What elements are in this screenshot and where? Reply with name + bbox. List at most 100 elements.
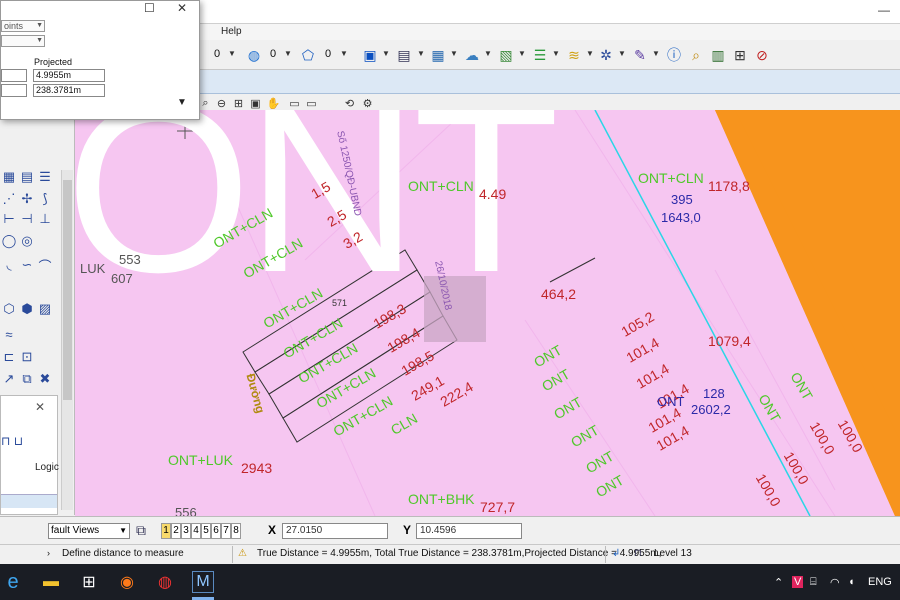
place-point-icon[interactable]: ⋰ bbox=[0, 190, 18, 208]
map-canvas[interactable]: ONT Số 1250/QĐ-UBND 26/10/2018 Đường ONT… bbox=[75, 110, 900, 516]
circle-icon[interactable]: ◯ bbox=[0, 232, 18, 250]
expand-icon[interactable]: ▼ bbox=[177, 97, 187, 108]
perpendicular-icon[interactable]: ⊥ bbox=[36, 210, 54, 228]
tray-app-icon[interactable]: V bbox=[792, 576, 804, 588]
chevron-down-icon[interactable]: ▼ bbox=[484, 49, 492, 58]
saved-views-select[interactable]: fault Views ▼ bbox=[48, 523, 130, 539]
pattern-icon[interactable]: ≈ bbox=[0, 325, 18, 343]
method-select[interactable]: oints ▼ bbox=[1, 20, 45, 32]
zoom-out-icon[interactable]: ⊖ bbox=[214, 96, 229, 111]
chevron-down-icon[interactable]: ▼ bbox=[552, 49, 560, 58]
tool-panel-scrollbar[interactable] bbox=[61, 170, 73, 510]
microstation-icon[interactable]: M bbox=[192, 571, 214, 593]
disable-icon[interactable]: ⊘ bbox=[752, 45, 772, 65]
info-icon[interactable]: ⓘ bbox=[664, 45, 684, 65]
modify-icon[interactable]: ↗ bbox=[0, 370, 18, 388]
view-attributes-icon[interactable]: ⚙ bbox=[360, 96, 375, 111]
polygon-icon[interactable]: ⬡ bbox=[0, 300, 18, 318]
document-icon[interactable]: ▤ bbox=[394, 45, 414, 65]
chevron-down-icon[interactable]: ▼ bbox=[618, 49, 626, 58]
layers-icon[interactable]: ☰ bbox=[530, 45, 550, 65]
snap-icon[interactable]: ✲ bbox=[596, 45, 616, 65]
place-line-icon[interactable]: ✢ bbox=[18, 190, 36, 208]
view-groups-icon[interactable]: ⧉ bbox=[136, 522, 146, 539]
previous-view-icon[interactable]: ▭ bbox=[287, 96, 302, 111]
language-indicator[interactable]: ENG bbox=[868, 576, 892, 588]
shape-icon[interactable]: ⬠ bbox=[298, 45, 318, 65]
minimize-icon[interactable]: — bbox=[878, 3, 892, 17]
view-button-8[interactable]: 8 bbox=[231, 523, 241, 539]
menu-help[interactable]: Help bbox=[221, 26, 242, 37]
find-icon[interactable]: ⌕ bbox=[686, 45, 706, 65]
tool-settings-icon[interactable]: ✎ bbox=[630, 45, 650, 65]
globe-icon[interactable]: ◍ bbox=[244, 45, 264, 65]
next-view-icon[interactable]: ▭ bbox=[304, 96, 319, 111]
cell-icon[interactable]: ⊡ bbox=[18, 348, 36, 366]
restore-icon[interactable]: ☐ bbox=[144, 1, 155, 15]
y-coordinate-field[interactable]: 10.4596 bbox=[416, 523, 522, 539]
warning-icon[interactable]: ⚠ bbox=[238, 548, 247, 559]
file-explorer-icon[interactable]: ▬ bbox=[40, 571, 62, 593]
chevron-down-icon[interactable]: ▼ bbox=[417, 49, 425, 58]
close-icon[interactable]: ✕ bbox=[177, 1, 187, 15]
lock-icon[interactable]: ⊓ bbox=[634, 548, 642, 559]
chevron-down-icon[interactable]: ▼ bbox=[518, 49, 526, 58]
chevron-down-icon[interactable]: ▼ bbox=[340, 49, 348, 58]
window-area-icon[interactable]: ▣ bbox=[248, 96, 263, 111]
view-button-2[interactable]: 2 bbox=[171, 523, 181, 539]
calculator-icon[interactable]: ▥ bbox=[708, 45, 728, 65]
chevron-right-icon[interactable]: › bbox=[47, 548, 50, 558]
chevron-down-icon[interactable]: ▼ bbox=[586, 49, 594, 58]
chevron-down-icon[interactable]: ▼ bbox=[228, 49, 236, 58]
chevron-down-icon[interactable]: ▼ bbox=[450, 49, 458, 58]
mode-select[interactable]: ▼ bbox=[1, 35, 45, 47]
store-icon[interactable]: ⊞ bbox=[78, 571, 100, 593]
details-view-icon[interactable]: ☰ bbox=[36, 168, 54, 186]
cloud-icon[interactable]: ☁ bbox=[462, 45, 482, 65]
stack-icon[interactable]: ≋ bbox=[564, 45, 584, 65]
attribute-field[interactable] bbox=[1, 494, 57, 508]
close-icon[interactable]: ✕ bbox=[35, 400, 45, 414]
firefox-icon[interactable]: ◉ bbox=[116, 571, 138, 593]
dimension-icon[interactable]: ⊏ bbox=[0, 348, 18, 366]
image-icon[interactable]: ▧ bbox=[496, 45, 516, 65]
view-button-4[interactable]: 4 bbox=[191, 523, 201, 539]
scrollbar-thumb[interactable] bbox=[63, 180, 72, 400]
view-box-icon[interactable]: ▣ bbox=[360, 45, 380, 65]
volume-icon[interactable]: ◖ bbox=[848, 576, 855, 588]
measure-icon[interactable]: ⊣ bbox=[18, 210, 36, 228]
chevron-up-icon[interactable]: ⌃ bbox=[774, 576, 783, 589]
chevron-down-icon[interactable]: ▼ bbox=[382, 49, 390, 58]
fence-icon[interactable]: ⬢ bbox=[18, 300, 36, 318]
chrome-icon[interactable]: ◍ bbox=[154, 571, 176, 593]
table-icon[interactable]: ▦ bbox=[428, 45, 448, 65]
chevron-down-icon[interactable]: ▼ bbox=[284, 49, 292, 58]
chevron-down-icon[interactable]: ▼ bbox=[652, 49, 660, 58]
view-button-6[interactable]: 6 bbox=[211, 523, 221, 539]
zoom-icon[interactable]: ⌕ bbox=[198, 96, 213, 111]
spline-icon[interactable]: ⌒ bbox=[36, 256, 54, 274]
view-button-1[interactable]: 1 bbox=[161, 523, 171, 539]
hatch-icon[interactable]: ▨ bbox=[36, 300, 54, 318]
attribute-tools-icon[interactable]: ⊓ ⊔ bbox=[1, 434, 23, 448]
network-icon[interactable]: ⌸ bbox=[810, 576, 817, 589]
curve-icon[interactable]: ∽ bbox=[18, 256, 36, 274]
construct-icon[interactable]: ⊢ bbox=[0, 210, 18, 228]
x-coordinate-field[interactable]: 27.0150 bbox=[282, 523, 388, 539]
pan-icon[interactable]: ✋ bbox=[266, 96, 281, 111]
edge-browser-icon[interactable]: e bbox=[2, 571, 24, 593]
wifi-icon[interactable]: ◠ bbox=[830, 576, 840, 589]
copy-icon[interactable]: ⧉ bbox=[18, 370, 36, 388]
delete-icon[interactable]: ✖ bbox=[36, 370, 54, 388]
view-button-5[interactable]: 5 bbox=[201, 523, 211, 539]
grid-view-icon[interactable]: ▦ bbox=[0, 168, 18, 186]
view-button-3[interactable]: 3 bbox=[181, 523, 191, 539]
place-smartline-icon[interactable]: ⟆ bbox=[36, 190, 54, 208]
arc-icon[interactable]: ◟ bbox=[0, 256, 18, 274]
ellipse-icon[interactable]: ◎ bbox=[18, 232, 36, 250]
list-view-icon[interactable]: ▤ bbox=[18, 168, 36, 186]
fit-view-icon[interactable]: ⊞ bbox=[231, 96, 246, 111]
snap-icon[interactable]: ↲ bbox=[612, 548, 620, 559]
grid-icon[interactable]: ⊞ bbox=[730, 45, 750, 65]
view-button-7[interactable]: 7 bbox=[221, 523, 231, 539]
